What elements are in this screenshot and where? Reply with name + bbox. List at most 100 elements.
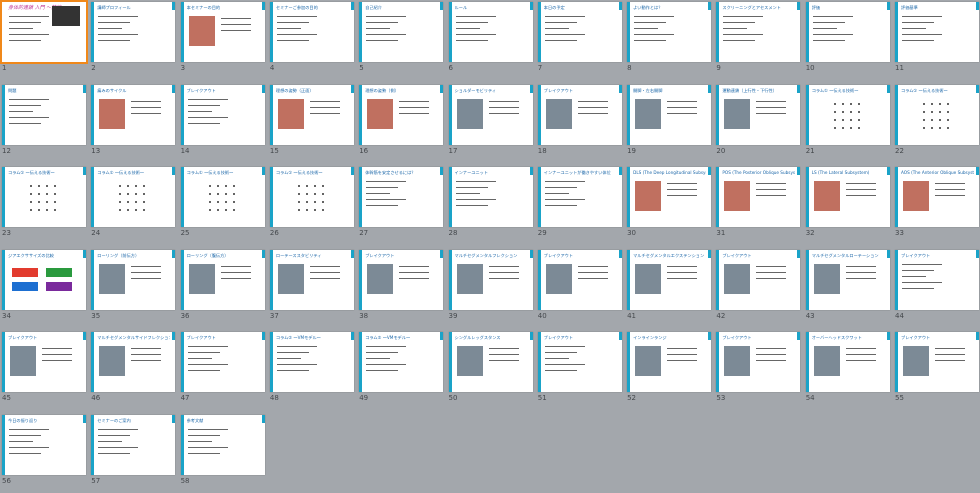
slide-preview[interactable]: コラム① ～伝える技術～	[269, 167, 354, 227]
slide-thumbnail-11[interactable]: 評価基準 11	[893, 0, 980, 80]
slide-preview[interactable]: ブレイクアウト	[359, 249, 444, 310]
slide-thumbnail-51[interactable]: ブレイクアウト 51	[536, 330, 624, 410]
slide-preview[interactable]: AOS (The Anterior Oblique Subsystem)	[895, 167, 979, 227]
slide-thumbnail-15[interactable]: 理想の姿勢（正面） 15	[268, 83, 356, 163]
slide-preview[interactable]: 体幹筋を安定させるには？	[359, 167, 444, 227]
slide-preview[interactable]: シングルレッグスタンス	[448, 332, 533, 392]
slide-thumbnail-22[interactable]: コラム① ～伝える技術～ 22	[893, 83, 980, 163]
slide-thumbnail-32[interactable]: LS (The Lateral Subsystem) 32	[804, 165, 892, 245]
slide-preview[interactable]: 痛みのサイクル	[91, 84, 176, 145]
slide-preview[interactable]: 評価	[805, 2, 890, 62]
slide-preview[interactable]: ブレイクアウト	[537, 332, 622, 392]
slide-thumbnail-23[interactable]: コラム① ～伝える技術～ 23	[0, 165, 88, 245]
slide-thumbnail-49[interactable]: コラム② ～VMモデル～ 49	[357, 330, 445, 410]
slide-preview[interactable]: コラム① ～伝える技術～	[2, 167, 86, 227]
slide-thumbnail-5[interactable]: 自己紹介 5	[357, 0, 445, 80]
slide-preview[interactable]: 評価基準	[895, 2, 979, 62]
slide-thumbnail-30[interactable]: DLS (The Deep Longitudinal Subsystem) 30	[625, 165, 713, 245]
slide-preview[interactable]: ブレイクアウト	[895, 249, 979, 310]
slide-preview[interactable]: 身体的連鎖 入門 ～前編～	[0, 0, 88, 64]
slide-preview[interactable]: POS (The Posterior Oblique Subsystem)	[716, 167, 801, 227]
slide-preview[interactable]: 本セミナーの目的	[180, 2, 265, 62]
slide-preview[interactable]: マルチセグメンタルローテーション	[805, 249, 890, 310]
slide-preview[interactable]: 理想の姿勢（正面）	[269, 84, 354, 145]
slide-thumbnail-20[interactable]: 運動連鎖（上行性・下行性） 20	[714, 83, 802, 163]
slide-preview[interactable]: ローリング（前伝方）	[91, 249, 176, 310]
slide-preview[interactable]: DLS (The Deep Longitudinal Subsystem)	[627, 167, 712, 227]
slide-thumbnail-27[interactable]: 体幹筋を安定させるには？ 27	[357, 165, 445, 245]
slide-thumbnail-36[interactable]: ローリング（腹伝方） 36	[179, 248, 267, 328]
slide-thumbnail-16[interactable]: 理想の姿勢（側） 16	[357, 83, 445, 163]
slide-preview[interactable]: 参考文献	[180, 414, 265, 475]
slide-preview[interactable]: ジアエクササイズの比較	[2, 249, 86, 310]
slide-thumbnail-45[interactable]: ブレイクアウト 45	[0, 330, 88, 410]
slide-preview[interactable]: 自己紹介	[359, 2, 444, 62]
slide-preview[interactable]: ブレイクアウト	[180, 332, 265, 392]
slide-preview[interactable]: セミナーご参加の目的	[269, 2, 354, 62]
slide-preview[interactable]: ローテーススタビリティ	[269, 249, 354, 310]
slide-thumbnail-39[interactable]: マルチセグメンタルフレクション 39	[447, 248, 535, 328]
slide-thumbnail-40[interactable]: ブレイクアウト 40	[536, 248, 624, 328]
slide-thumbnail-31[interactable]: POS (The Posterior Oblique Subsystem) 31	[714, 165, 802, 245]
slide-preview[interactable]: よい動作とは？	[627, 2, 712, 62]
slide-preview[interactable]: コラム② ～VMモデル～	[359, 332, 444, 392]
slide-preview[interactable]: マルチセグメンタルエクステンション	[627, 249, 712, 310]
slide-preview[interactable]: スクリーニングとアセスメント	[716, 2, 801, 62]
slide-thumbnail-56[interactable]: 今日の振り返り 56	[0, 413, 88, 493]
slide-thumbnail-9[interactable]: スクリーニングとアセスメント 9	[714, 0, 802, 80]
slide-thumbnail-3[interactable]: 本セミナーの目的 3	[179, 0, 267, 80]
slide-preview[interactable]: インナーユニットが働きやすい体位	[537, 167, 622, 227]
slide-preview[interactable]: ブレイクアウト	[2, 332, 86, 392]
slide-preview[interactable]: 開脚・左右開脚	[627, 84, 712, 145]
slide-thumbnail-55[interactable]: ブレイクアウト 55	[893, 330, 980, 410]
slide-preview[interactable]: マルチセグメンタルサイドフレクション	[91, 332, 176, 392]
slide-preview[interactable]: コラム① ～伝える技術～	[91, 167, 176, 227]
slide-preview[interactable]: ブレイクアウト	[537, 84, 622, 145]
slide-thumbnail-13[interactable]: 痛みのサイクル 13	[89, 83, 177, 163]
slide-preview[interactable]: ブレイクアウト	[895, 332, 979, 392]
slide-preview[interactable]: 理想の姿勢（側）	[359, 84, 444, 145]
slide-thumbnail-19[interactable]: 開脚・左右開脚 19	[625, 83, 713, 163]
slide-thumbnail-58[interactable]: 参考文献 58	[179, 413, 267, 493]
slide-thumbnail-25[interactable]: コラム① ～伝える技術～ 25	[179, 165, 267, 245]
slide-thumbnail-33[interactable]: AOS (The Anterior Oblique Subsystem) 33	[893, 165, 980, 245]
slide-thumbnail-37[interactable]: ローテーススタビリティ 37	[268, 248, 356, 328]
slide-thumbnail-21[interactable]: コラム① ～伝える技術～ 21	[804, 83, 892, 163]
slide-thumbnail-52[interactable]: インラインランジ 52	[625, 330, 713, 410]
slide-preview[interactable]: ショルダーモビリティ	[448, 84, 533, 145]
slide-preview[interactable]: ルール	[448, 2, 533, 62]
slide-thumbnail-26[interactable]: コラム① ～伝える技術～ 26	[268, 165, 356, 245]
slide-thumbnail-44[interactable]: ブレイクアウト 44	[893, 248, 980, 328]
slide-thumbnail-28[interactable]: インナーユニット 28	[447, 165, 535, 245]
slide-preview[interactable]: ブレイクアウト	[180, 84, 265, 145]
slide-thumbnail-46[interactable]: マルチセグメンタルサイドフレクション 46	[89, 330, 177, 410]
slide-thumbnail-6[interactable]: ルール 6	[447, 0, 535, 80]
slide-thumbnail-12[interactable]: 問題 12	[0, 83, 88, 163]
slide-thumbnail-24[interactable]: コラム① ～伝える技術～ 24	[89, 165, 177, 245]
slide-preview[interactable]: 講師プロフィール	[91, 2, 176, 62]
slide-preview[interactable]: コラム① ～伝える技術～	[180, 167, 265, 227]
slide-thumbnail-48[interactable]: コラム② ～VMモデル～ 48	[268, 330, 356, 410]
slide-thumbnail-38[interactable]: ブレイクアウト 38	[357, 248, 445, 328]
slide-thumbnail-1[interactable]: 身体的連鎖 入門 ～前編～ 1	[0, 0, 88, 80]
slide-thumbnail-50[interactable]: シングルレッグスタンス 50	[447, 330, 535, 410]
slide-preview[interactable]: ブレイクアウト	[716, 249, 801, 310]
slide-thumbnail-47[interactable]: ブレイクアウト 47	[179, 330, 267, 410]
slide-thumbnail-35[interactable]: ローリング（前伝方） 35	[89, 248, 177, 328]
slide-thumbnail-42[interactable]: ブレイクアウト 42	[714, 248, 802, 328]
slide-preview[interactable]: インナーユニット	[448, 167, 533, 227]
slide-preview[interactable]: LS (The Lateral Subsystem)	[805, 167, 890, 227]
slide-thumbnail-54[interactable]: オーバーヘッドスクワット 54	[804, 330, 892, 410]
slide-thumbnail-41[interactable]: マルチセグメンタルエクステンション 41	[625, 248, 713, 328]
slide-thumbnail-18[interactable]: ブレイクアウト 18	[536, 83, 624, 163]
slide-thumbnail-7[interactable]: 本日の予定 7	[536, 0, 624, 80]
slide-preview[interactable]: ローリング（腹伝方）	[180, 249, 265, 310]
slide-thumbnail-10[interactable]: 評価 10	[804, 0, 892, 80]
slide-preview[interactable]: コラム① ～伝える技術～	[805, 84, 890, 145]
slide-preview[interactable]: オーバーヘッドスクワット	[805, 332, 890, 392]
slide-thumbnail-34[interactable]: ジアエクササイズの比較 34	[0, 248, 88, 328]
slide-preview[interactable]: ブレイクアウト	[537, 249, 622, 310]
slide-thumbnail-2[interactable]: 講師プロフィール 2	[89, 0, 177, 80]
slide-thumbnail-29[interactable]: インナーユニットが働きやすい体位 29	[536, 165, 624, 245]
slide-preview[interactable]: 問題	[2, 84, 86, 145]
